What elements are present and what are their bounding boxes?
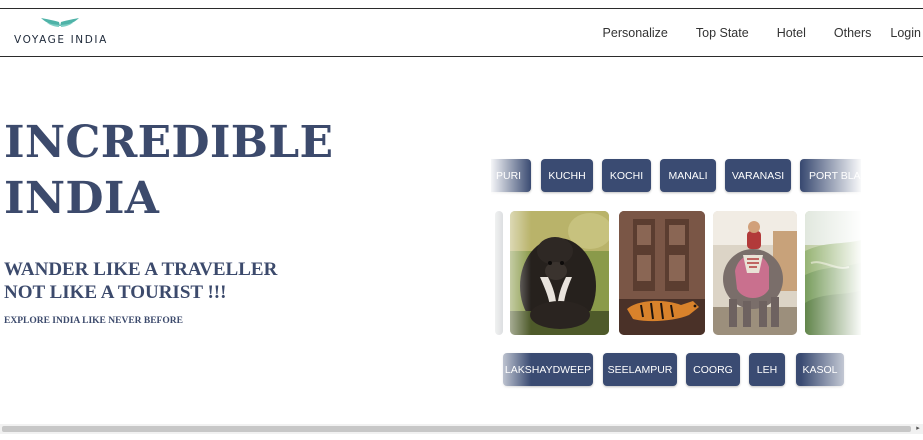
navbar: VOYAGE INDIA Personalize Top State Hotel… (0, 8, 923, 57)
nav-link-personalize[interactable]: Personalize (603, 26, 668, 40)
chip-seelampur[interactable]: SEELAMPUR (603, 353, 677, 386)
hero-title-line-1: INCREDIBLE (4, 117, 334, 168)
tagline-line-2: NOT LIKE A TOURIST !!! (4, 282, 227, 303)
chip-kochi[interactable]: KOCHI (602, 159, 651, 192)
brand-name: VOYAGE INDIA (14, 34, 108, 46)
chip-kasol[interactable]: KASOL (796, 353, 844, 386)
nav-link-top-state[interactable]: Top State (696, 26, 749, 40)
scrollbar-thumb[interactable] (2, 426, 911, 432)
chip-lakshaydweep[interactable]: LAKSHAYDWEEP (503, 353, 593, 386)
chip-kuchh[interactable]: KUCHH (541, 159, 593, 192)
destination-carousel: PURI KUCHH KOCHI MANALI VARANASI PORT BL… (491, 150, 861, 400)
chip-port-blair[interactable]: PORT BLAIR (800, 159, 861, 192)
tiger-temple-photo[interactable] (619, 211, 705, 335)
hills-photo[interactable] (805, 211, 861, 335)
elephant-photo[interactable] (713, 211, 797, 335)
chip-puri[interactable]: PURI (491, 159, 531, 192)
nav-link-hotel[interactable]: Hotel (777, 26, 806, 40)
photo-partial-left[interactable] (495, 211, 503, 335)
brand-logo-link[interactable]: VOYAGE INDIA (14, 15, 110, 51)
tagline: WANDER LIKE A TRAVELLER NOT LIKE A TOURI… (4, 258, 277, 304)
tagline-line-1: WANDER LIKE A TRAVELLER (4, 259, 278, 280)
chip-coorg[interactable]: COORG (686, 353, 740, 386)
horizontal-scrollbar[interactable]: ▸ (0, 424, 923, 434)
photo-row (491, 211, 861, 335)
wings-icon (41, 18, 79, 27)
monkey-photo[interactable] (510, 211, 609, 335)
nav-link-login[interactable]: Login (890, 26, 921, 40)
scroll-right-arrow-icon[interactable]: ▸ (913, 424, 923, 434)
nav-links: Personalize Top State Hotel Others Login (603, 9, 923, 56)
chip-leh[interactable]: LEH (749, 353, 785, 386)
chip-varanasi[interactable]: VARANASI (725, 159, 791, 192)
sub-tagline: EXPLORE INDIA LIKE NEVER BEFORE (4, 316, 183, 326)
hero-title: INCREDIBLE INDIA (4, 115, 344, 227)
chip-manali[interactable]: MANALI (660, 159, 716, 192)
nav-link-others[interactable]: Others (834, 26, 872, 40)
hero-title-line-2: INDIA (4, 173, 160, 224)
